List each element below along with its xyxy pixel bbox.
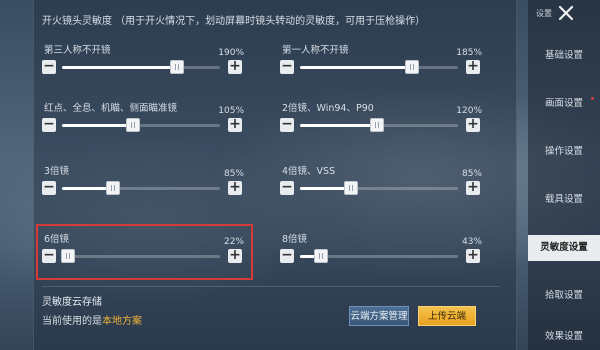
slider-fpp-noscope: 第一人称不开镜 185% − + <box>280 42 482 92</box>
slider-track[interactable] <box>300 118 458 132</box>
slider-value: 85% <box>223 169 244 179</box>
increase-button[interactable]: + <box>466 59 480 74</box>
sidebar-item-label: 载具设置 <box>544 194 583 205</box>
sidebar-item-pickup[interactable]: 拾取设置 <box>528 283 600 309</box>
game-settings-screen: 开火镜头灵敏度 （用于开火情况下，划动屏幕时镜头转动的灵敏度，可用于压枪操作） … <box>0 0 600 350</box>
slider-thumb[interactable] <box>343 181 358 195</box>
slider-label: 8倍镜 <box>282 234 308 245</box>
slider-value: 105% <box>218 106 244 116</box>
sidebar-header: 设置 <box>528 0 600 26</box>
cloud-storage-title: 灵敏度云存储 <box>42 297 102 308</box>
increase-button[interactable]: + <box>228 180 242 195</box>
notification-dot <box>591 97 594 100</box>
slider-fill <box>300 124 378 127</box>
slider-value: 120% <box>456 106 482 116</box>
slider-tpp-noscope: 第三人称不开镜 190% − + <box>42 42 244 92</box>
increase-button[interactable]: + <box>466 180 480 195</box>
settings-sidebar: 设置 基础设置 画面设置 操作设置 载具设置 灵敏度设置 拾取设置 效果设置 <box>528 0 600 350</box>
cloud-current-plan: 当前使用的是本地方案 <box>42 312 142 327</box>
current-plan-prefix: 当前使用的是 <box>42 316 102 327</box>
increase-button[interactable]: + <box>228 117 242 132</box>
sidebar-item-sensitivity[interactable]: 灵敏度设置 <box>528 235 600 261</box>
slider-track[interactable] <box>300 181 458 195</box>
close-icon[interactable] <box>556 3 576 23</box>
slider-scope-2x: 2倍镜、Win94、P90 120% − + <box>280 100 482 150</box>
slider-scope-4x: 4倍镜、VSS 85% − + <box>280 163 482 213</box>
slider-thumb[interactable] <box>313 249 328 263</box>
slider-scope-3x: 3倍镜 85% − + <box>42 163 244 213</box>
slider-thumb[interactable] <box>370 118 385 132</box>
decrease-button[interactable]: − <box>42 180 56 195</box>
sidebar-item-effects[interactable]: 效果设置 <box>528 324 600 350</box>
slider-scope-8x: 8倍镜 43% − + <box>280 231 482 281</box>
increase-button[interactable]: + <box>228 59 242 74</box>
slider-thumb[interactable] <box>126 118 141 132</box>
slider-track[interactable] <box>62 181 220 195</box>
cloud-plan-manage-button[interactable]: 云端方案管理 <box>349 306 409 326</box>
slider-track[interactable] <box>300 60 458 74</box>
slider-label: 4倍镜、VSS <box>282 166 336 177</box>
upload-cloud-button[interactable]: 上传云端 <box>418 306 476 326</box>
slider-value: 190% <box>218 48 244 58</box>
slider-label: 红点、全息、机瞄、侧面瞄准镜 <box>44 103 178 114</box>
increase-button[interactable]: + <box>466 117 480 132</box>
slider-track[interactable] <box>300 249 458 263</box>
sidebar-item-basic[interactable]: 基础设置 <box>528 43 600 69</box>
slider-label: 第三人称不开镜 <box>44 45 111 56</box>
sidebar-item-label: 灵敏度设置 <box>540 242 588 253</box>
sidebar-item-graphics[interactable]: 画面设置 <box>528 91 600 117</box>
sidebar-item-label: 操作设置 <box>544 146 583 157</box>
slider-thumb[interactable] <box>405 60 420 74</box>
slider-fill <box>62 66 178 69</box>
slider-fill <box>62 187 113 190</box>
slider-thumb[interactable] <box>105 181 120 195</box>
sidebar-item-label: 效果设置 <box>544 331 583 342</box>
sidebar-item-vehicle[interactable]: 载具设置 <box>528 187 600 213</box>
sidebar-item-controls[interactable]: 操作设置 <box>528 139 600 165</box>
slider-label: 3倍镜 <box>44 166 70 177</box>
slider-track[interactable] <box>62 60 220 74</box>
divider <box>42 286 500 287</box>
settings-label: 设置 <box>536 9 552 18</box>
decrease-button[interactable]: − <box>280 117 294 132</box>
decrease-button[interactable]: − <box>42 59 56 74</box>
slider-reddot-holo: 红点、全息、机瞄、侧面瞄准镜 105% − + <box>42 100 244 150</box>
section-title: 开火镜头灵敏度 （用于开火情况下，划动屏幕时镜头转动的灵敏度，可用于压枪操作） <box>42 16 426 27</box>
slider-fill <box>300 66 413 69</box>
decrease-button[interactable]: − <box>42 117 56 132</box>
highlight-box <box>36 224 253 280</box>
slider-value: 185% <box>456 48 482 58</box>
sidebar-item-label: 画面设置 <box>544 98 583 109</box>
slider-fill <box>300 187 351 190</box>
slider-value: 43% <box>461 237 482 247</box>
slider-thumb[interactable] <box>170 60 185 74</box>
slider-value: 85% <box>461 169 482 179</box>
current-plan-name[interactable]: 本地方案 <box>102 316 142 327</box>
slider-track[interactable] <box>62 118 220 132</box>
decrease-button[interactable]: − <box>280 180 294 195</box>
decrease-button[interactable]: − <box>280 59 294 74</box>
slider-label: 2倍镜、Win94、P90 <box>282 103 374 114</box>
slider-fill <box>62 124 134 127</box>
slider-label: 第一人称不开镜 <box>282 45 349 56</box>
sidebar-item-label: 拾取设置 <box>544 290 583 301</box>
sidebar-item-label: 基础设置 <box>544 50 583 61</box>
decrease-button[interactable]: − <box>280 248 294 263</box>
increase-button[interactable]: + <box>466 248 480 263</box>
